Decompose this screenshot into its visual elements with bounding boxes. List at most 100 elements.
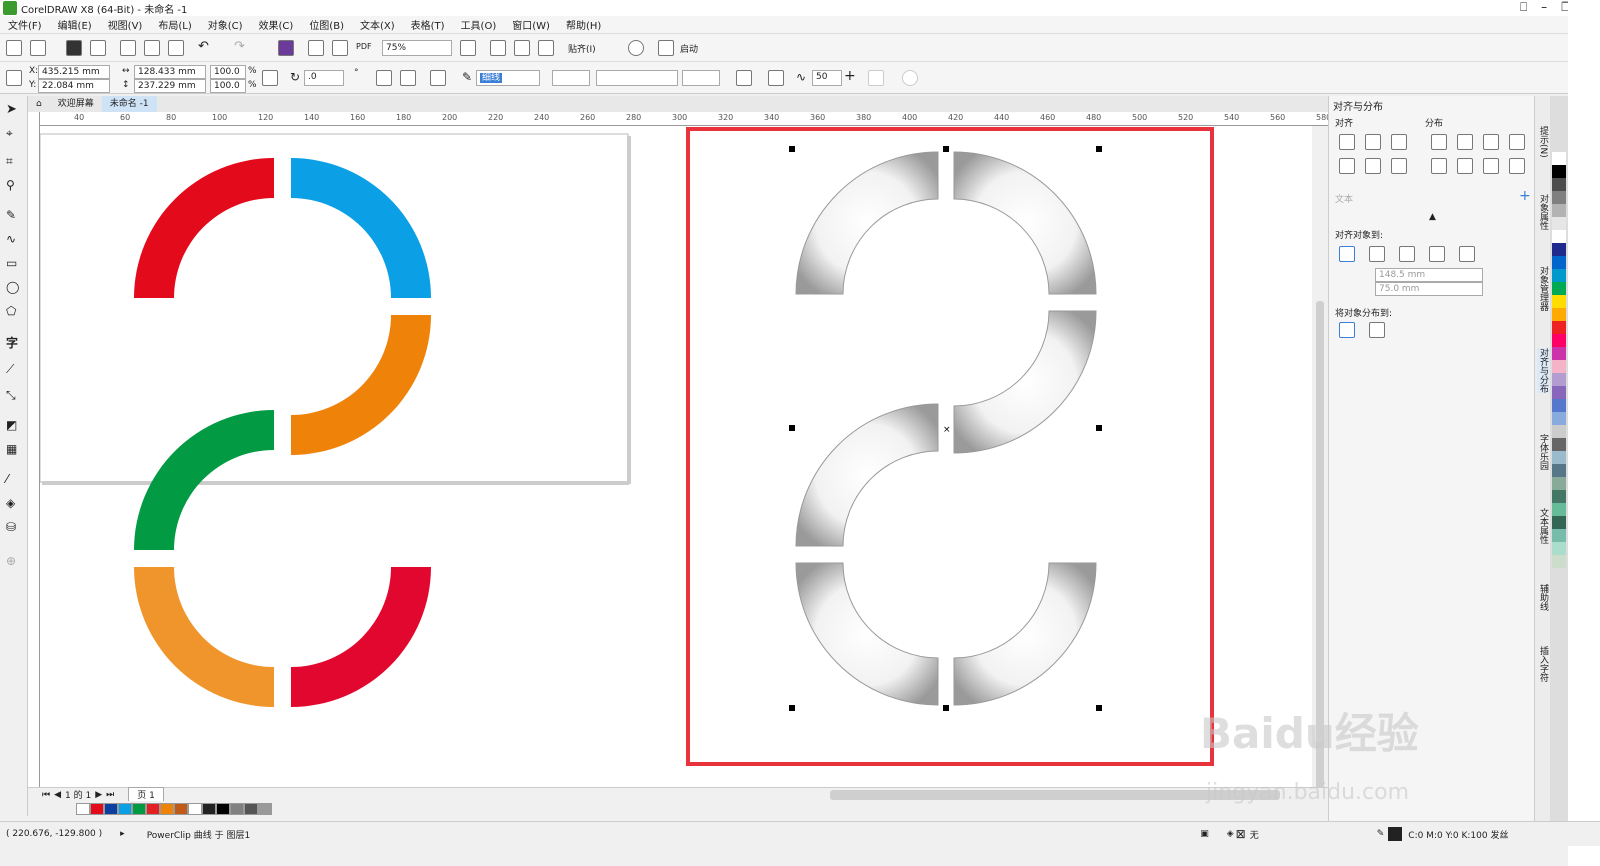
distribute-spacing-v-icon[interactable] xyxy=(1509,158,1525,174)
launch-dropdown[interactable]: 启动 xyxy=(680,42,698,55)
color-swatch[interactable] xyxy=(216,803,230,815)
application-launcher-icon[interactable] xyxy=(658,40,674,56)
color-proof-icon[interactable]: ▣ xyxy=(1200,829,1209,839)
align-to-page-center-icon[interactable] xyxy=(1399,246,1415,262)
height-field[interactable]: 237.229 mm xyxy=(134,79,206,93)
save-icon[interactable] xyxy=(66,40,82,56)
color-swatch[interactable] xyxy=(76,803,90,815)
align-to-point-icon[interactable] xyxy=(1459,246,1475,262)
color-swatch[interactable] xyxy=(1552,204,1566,217)
color-swatch[interactable] xyxy=(1552,373,1566,386)
color-swatch[interactable] xyxy=(1552,542,1566,555)
outline-color-swatch[interactable] xyxy=(1388,827,1403,841)
color-swatch[interactable] xyxy=(1552,152,1566,165)
split-icon[interactable] xyxy=(868,70,884,86)
paste-icon[interactable] xyxy=(168,40,184,56)
align-bottom-icon[interactable] xyxy=(1391,158,1407,174)
drawing-canvas[interactable]: × xyxy=(39,126,1312,787)
fill-icon[interactable]: ◈ xyxy=(1227,829,1234,839)
color-swatch[interactable] xyxy=(202,803,216,815)
align-to-page-edge-icon[interactable] xyxy=(1369,246,1385,262)
distribute-spacing-h-icon[interactable] xyxy=(1509,134,1525,150)
docker-tab-object-manager[interactable]: 对象管理器 xyxy=(1537,266,1550,311)
import-icon[interactable] xyxy=(308,40,324,56)
docker-tab-text-properties[interactable]: 文本属性 xyxy=(1537,508,1550,544)
color-swatch[interactable] xyxy=(1552,451,1566,464)
parallel-dimension-tool-icon[interactable]: ⟋ xyxy=(6,362,22,378)
scale-height-field[interactable]: 100.0 xyxy=(210,79,246,93)
color-swatch[interactable] xyxy=(1552,490,1566,503)
align-to-active-objects-icon[interactable] xyxy=(1339,246,1355,262)
color-swatch[interactable] xyxy=(1552,308,1566,321)
smart-fill-tool-icon[interactable]: ⛁ xyxy=(6,520,22,536)
plus-icon[interactable]: + xyxy=(844,68,856,84)
distribute-bottom-icon[interactable] xyxy=(1483,158,1499,174)
freehand-tool-icon[interactable]: ✎ xyxy=(6,208,22,224)
distribute-left-icon[interactable] xyxy=(1431,134,1447,150)
shape-tool-icon[interactable]: ⌖ xyxy=(6,126,22,142)
overprint-icon[interactable] xyxy=(902,70,918,86)
color-swatch[interactable] xyxy=(1552,243,1566,256)
print-icon[interactable] xyxy=(90,40,106,56)
docker-tab-insert-character[interactable]: 插入字符 xyxy=(1537,646,1550,682)
distribute-to-page-icon[interactable] xyxy=(1369,322,1385,338)
menu-view[interactable]: 视图(V) xyxy=(100,17,151,32)
align-right-icon[interactable] xyxy=(1391,134,1407,150)
align-y-field[interactable]: 75.0 mm xyxy=(1375,282,1483,296)
text-tool-icon[interactable]: 字 xyxy=(6,334,22,350)
rotation-angle-field[interactable]: .0 xyxy=(304,70,344,86)
menu-effects[interactable]: 效果(C) xyxy=(251,17,302,32)
color-swatch[interactable] xyxy=(1552,503,1566,516)
crop-tool-icon[interactable]: ⌗ xyxy=(6,154,22,170)
last-page-icon[interactable]: ⏭ xyxy=(106,790,114,800)
menu-window[interactable]: 窗口(W) xyxy=(504,17,558,32)
distribute-right-icon[interactable] xyxy=(1483,134,1499,150)
connector-tool-icon[interactable]: ⤡ xyxy=(6,388,22,404)
add-tool-icon[interactable]: ⊕ xyxy=(6,554,22,570)
docker-tab-font-playground[interactable]: 字体乐园 xyxy=(1537,434,1550,470)
show-grid-icon[interactable] xyxy=(514,40,530,56)
outline-width-select[interactable]: 细线 xyxy=(476,70,540,86)
transparency-tool-icon[interactable]: ▦ xyxy=(6,442,22,458)
distribute-center-v-icon[interactable] xyxy=(1457,158,1473,174)
width-field[interactable]: 128.433 mm xyxy=(134,65,206,79)
color-swatch[interactable] xyxy=(1552,178,1566,191)
x-position-field[interactable]: 435.215 mm xyxy=(38,65,110,79)
end-arrowhead-select[interactable] xyxy=(682,70,720,86)
collapse-icon[interactable]: ▲ xyxy=(1429,212,1436,222)
menu-file[interactable]: 文件(F) xyxy=(0,17,50,32)
color-swatch[interactable] xyxy=(1552,347,1566,360)
tab-welcome-screen[interactable]: 欢迎屏幕 xyxy=(50,96,102,112)
docker-tab-guidelines[interactable]: 辅助线 xyxy=(1537,584,1550,611)
lock-ratio-icon[interactable] xyxy=(262,70,278,86)
rectangle-tool-icon[interactable]: ▭ xyxy=(6,256,22,272)
full-screen-icon[interactable] xyxy=(460,40,476,56)
distribute-to-selection-icon[interactable] xyxy=(1339,322,1355,338)
home-icon[interactable]: ⌂ xyxy=(28,96,50,112)
curve-smoothing-field[interactable]: 50 xyxy=(812,70,842,86)
menu-help[interactable]: 帮助(H) xyxy=(558,17,609,32)
zoom-level-select[interactable]: 75% xyxy=(382,40,452,56)
help-icon[interactable]: ⎕ xyxy=(1520,0,1527,15)
docker-tab-object-properties[interactable]: 对象属性 xyxy=(1537,194,1550,230)
pdf-icon[interactable]: PDF xyxy=(356,42,372,51)
color-swatch[interactable] xyxy=(1552,529,1566,542)
redo-icon[interactable]: ↷ xyxy=(234,40,250,56)
color-swatch[interactable] xyxy=(1552,269,1566,282)
open-icon[interactable] xyxy=(30,40,46,56)
eyedropper-tool-icon[interactable]: ⁄ xyxy=(6,472,22,488)
options-gear-icon[interactable] xyxy=(628,40,644,56)
color-swatch[interactable] xyxy=(118,803,132,815)
color-swatch[interactable] xyxy=(1552,165,1566,178)
arc-crimson[interactable] xyxy=(291,567,431,707)
search-content-icon[interactable] xyxy=(278,40,294,56)
undo-icon[interactable]: ↶ xyxy=(198,40,214,56)
silver-arc-middle-right[interactable] xyxy=(953,310,1097,454)
color-swatch[interactable] xyxy=(1552,516,1566,529)
show-rulers-icon[interactable] xyxy=(490,40,506,56)
distribute-top-icon[interactable] xyxy=(1431,158,1447,174)
color-swatch[interactable] xyxy=(1552,230,1566,243)
menu-object[interactable]: 对象(C) xyxy=(200,17,251,32)
interactive-fill-tool-icon[interactable]: ◈ xyxy=(6,496,22,512)
color-swatch[interactable] xyxy=(1552,282,1566,295)
